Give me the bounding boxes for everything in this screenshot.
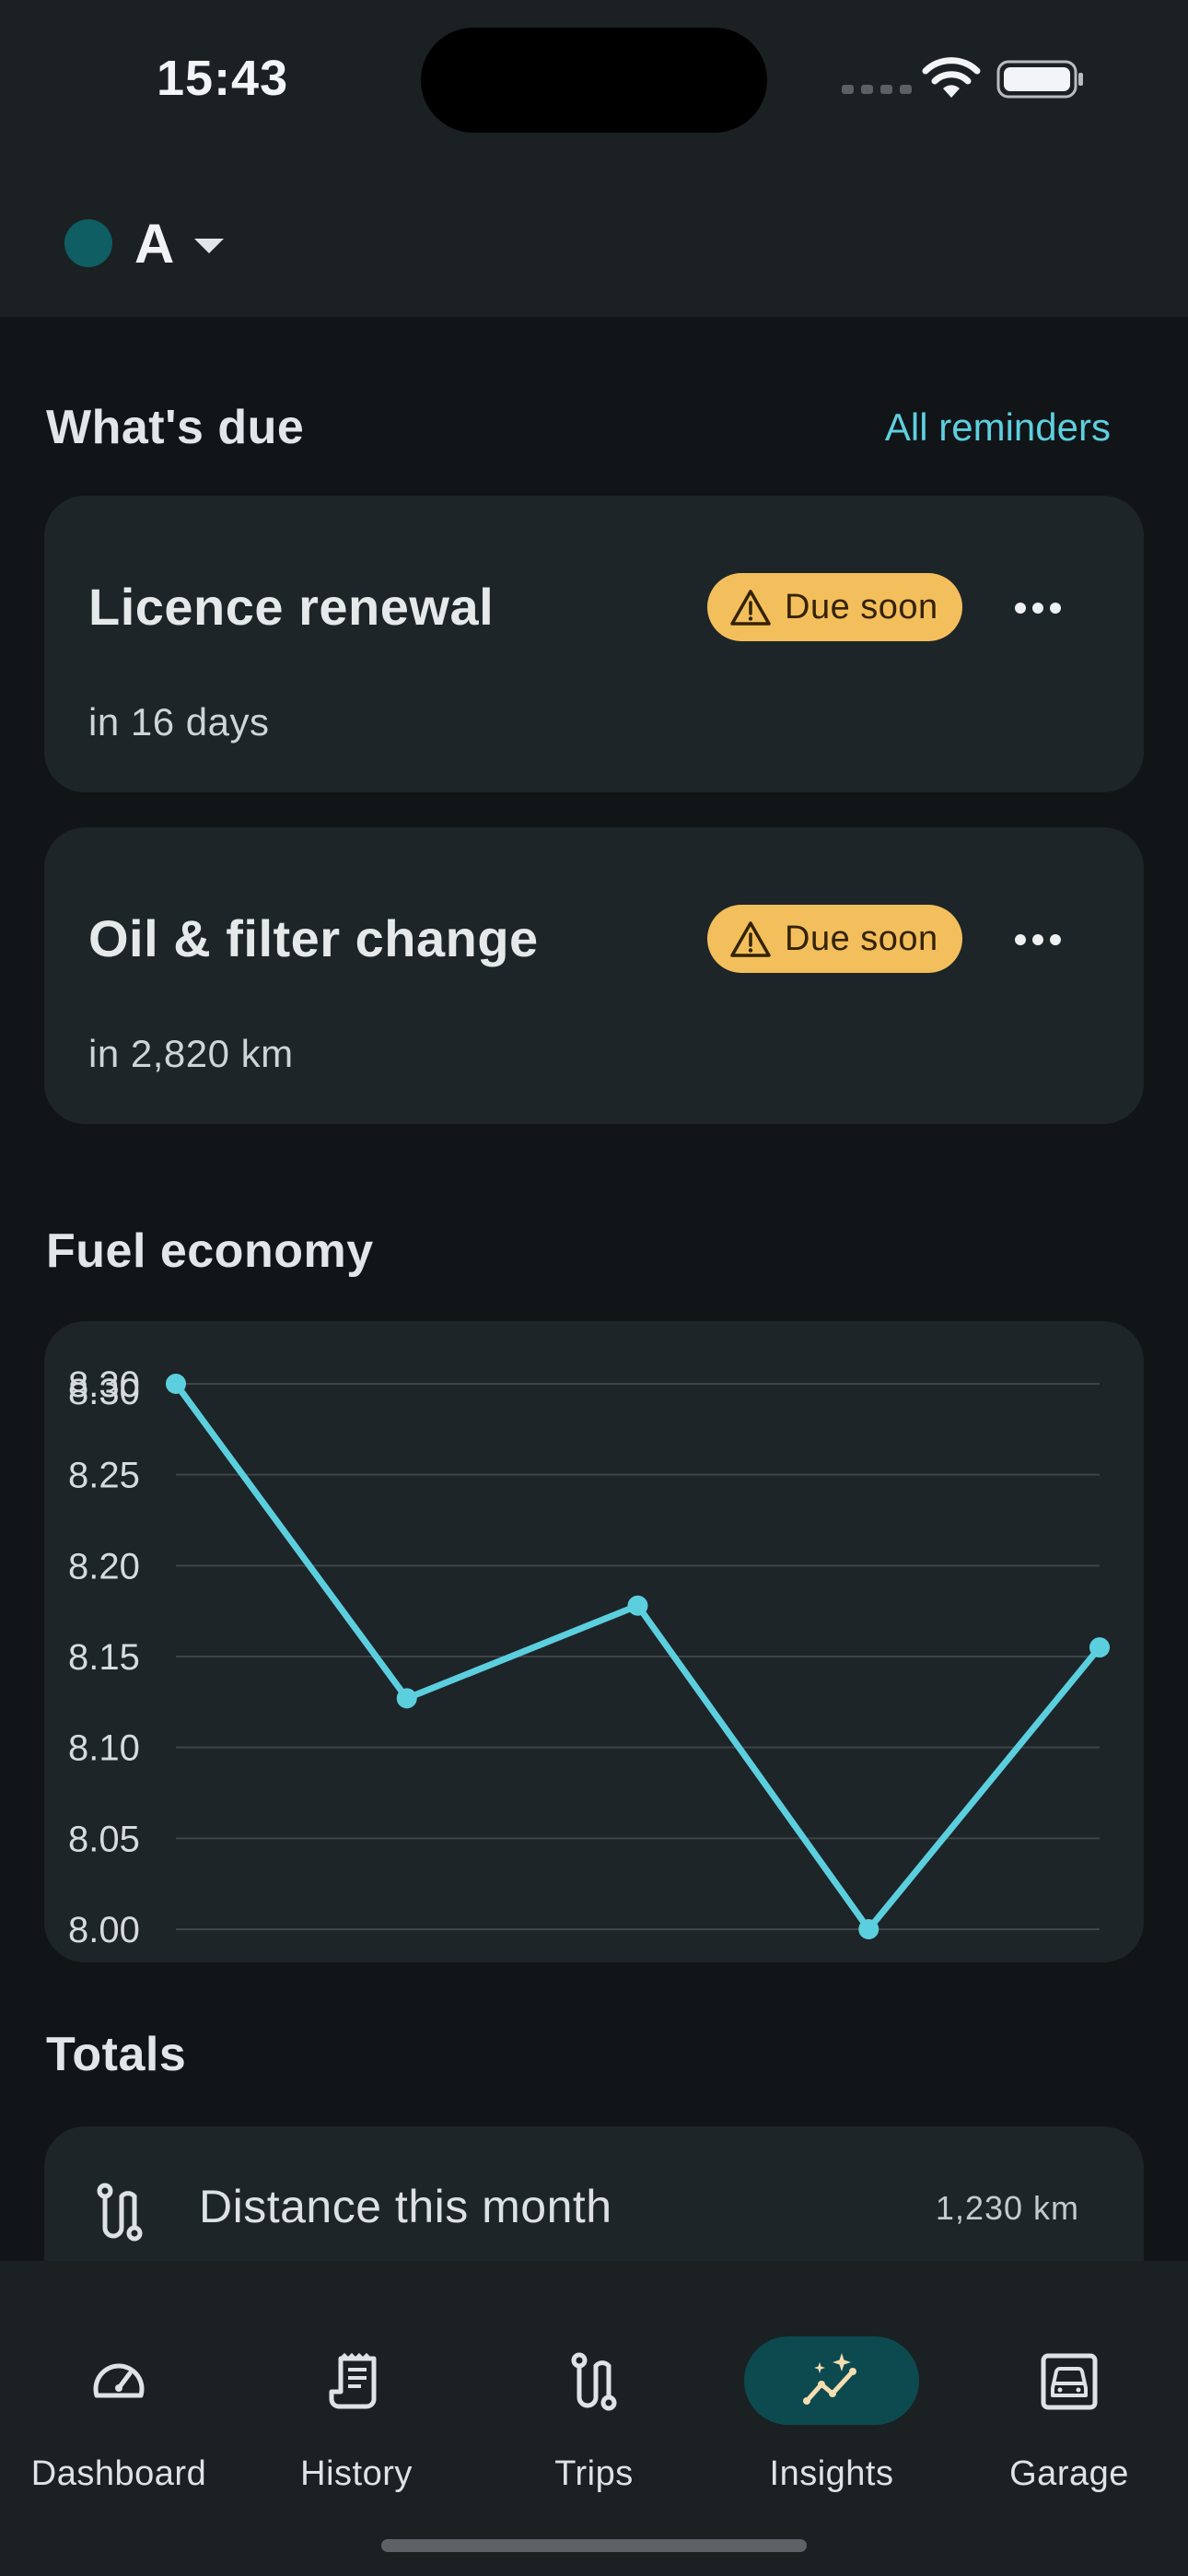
vehicle-selector[interactable]: A — [64, 206, 225, 280]
battery-icon — [996, 60, 1083, 99]
totals-label: Distance this month — [199, 2181, 612, 2232]
all-reminders-link[interactable]: All reminders — [885, 405, 1111, 450]
cellular-signal-icon — [842, 85, 912, 94]
y-tick-label: 8.00 — [68, 1910, 140, 1950]
top-app-bar: 15:43 A — [0, 0, 1188, 317]
status-time: 15:43 — [157, 51, 289, 106]
more-options-button[interactable] — [1007, 916, 1068, 964]
data-point[interactable] — [1089, 1637, 1110, 1658]
nav-item-trips[interactable]: Trips — [475, 2298, 713, 2493]
totals-title: Totals — [46, 2028, 187, 2081]
home-indicator — [381, 2539, 807, 2552]
y-tick-label: 8.30 — [68, 1372, 140, 1412]
data-point[interactable] — [858, 1919, 879, 1939]
fuel-economy-chart-card: 8.00 8.05 8.10 8.15 8.20 8.25 8.30 8.30 — [44, 1321, 1144, 1962]
vehicle-color-dot — [64, 219, 112, 267]
wifi-icon — [922, 57, 981, 98]
warning-icon — [730, 590, 771, 626]
reminder-card[interactable]: Licence renewal Due soon in 16 days — [44, 496, 1144, 792]
data-point[interactable] — [627, 1595, 648, 1616]
reminder-subtitle: in 2,820 km — [88, 1032, 294, 1075]
data-point[interactable] — [396, 1688, 417, 1709]
nav-label: History — [300, 2454, 413, 2493]
car-icon — [1041, 2353, 1098, 2410]
receipt-icon — [329, 2352, 377, 2409]
nav-item-garage[interactable]: Garage — [950, 2298, 1188, 2493]
more-options-button[interactable] — [1007, 584, 1068, 632]
whats-due-title: What's due — [46, 401, 305, 454]
badge-label: Due soon — [785, 587, 938, 626]
y-tick-label: 8.10 — [68, 1728, 140, 1769]
fuel-economy-title: Fuel economy — [46, 1224, 374, 1278]
dynamic-island — [421, 28, 767, 133]
nav-label: Trips — [554, 2454, 634, 2493]
nav-item-history[interactable]: History — [238, 2298, 475, 2493]
due-soon-badge: Due soon — [707, 573, 962, 641]
caret-down-icon — [194, 239, 225, 253]
y-tick-label: 8.15 — [68, 1637, 140, 1678]
nav-item-insights[interactable]: Insights — [713, 2298, 950, 2493]
badge-label: Due soon — [785, 919, 938, 958]
sparkle-chart-icon — [803, 2353, 856, 2405]
vehicle-name: A — [134, 212, 175, 275]
speedometer-icon — [93, 2363, 145, 2398]
data-point[interactable] — [166, 1374, 186, 1394]
due-soon-badge: Due soon — [707, 905, 962, 973]
y-tick-label: 8.05 — [68, 1819, 140, 1859]
nav-item-dashboard[interactable]: Dashboard — [0, 2298, 238, 2493]
nav-label: Dashboard — [30, 2454, 207, 2493]
fuel-economy-chart: 8.008.058.108.158.208.258.308.30 — [68, 1364, 1110, 1950]
route-icon — [571, 2352, 617, 2411]
bottom-navigation: Dashboard History Trips Insights Garage — [0, 2261, 1188, 2576]
y-tick-label: 8.25 — [68, 1456, 140, 1496]
reminder-subtitle: in 16 days — [88, 700, 270, 744]
reminder-title: Licence renewal — [88, 578, 495, 636]
y-tick-label: 8.20 — [68, 1546, 140, 1587]
nav-label: Garage — [1009, 2454, 1129, 2493]
warning-icon — [730, 921, 771, 957]
route-icon — [97, 2183, 143, 2242]
totals-value: 1,230 km — [935, 2189, 1079, 2227]
app-screen: 15:43 A What's due All reminders Licence… — [0, 0, 1188, 2576]
nav-label: Insights — [769, 2454, 894, 2493]
reminder-title: Oil & filter change — [88, 909, 539, 967]
reminder-card[interactable]: Oil & filter change Due soon in 2,820 km — [44, 827, 1144, 1124]
